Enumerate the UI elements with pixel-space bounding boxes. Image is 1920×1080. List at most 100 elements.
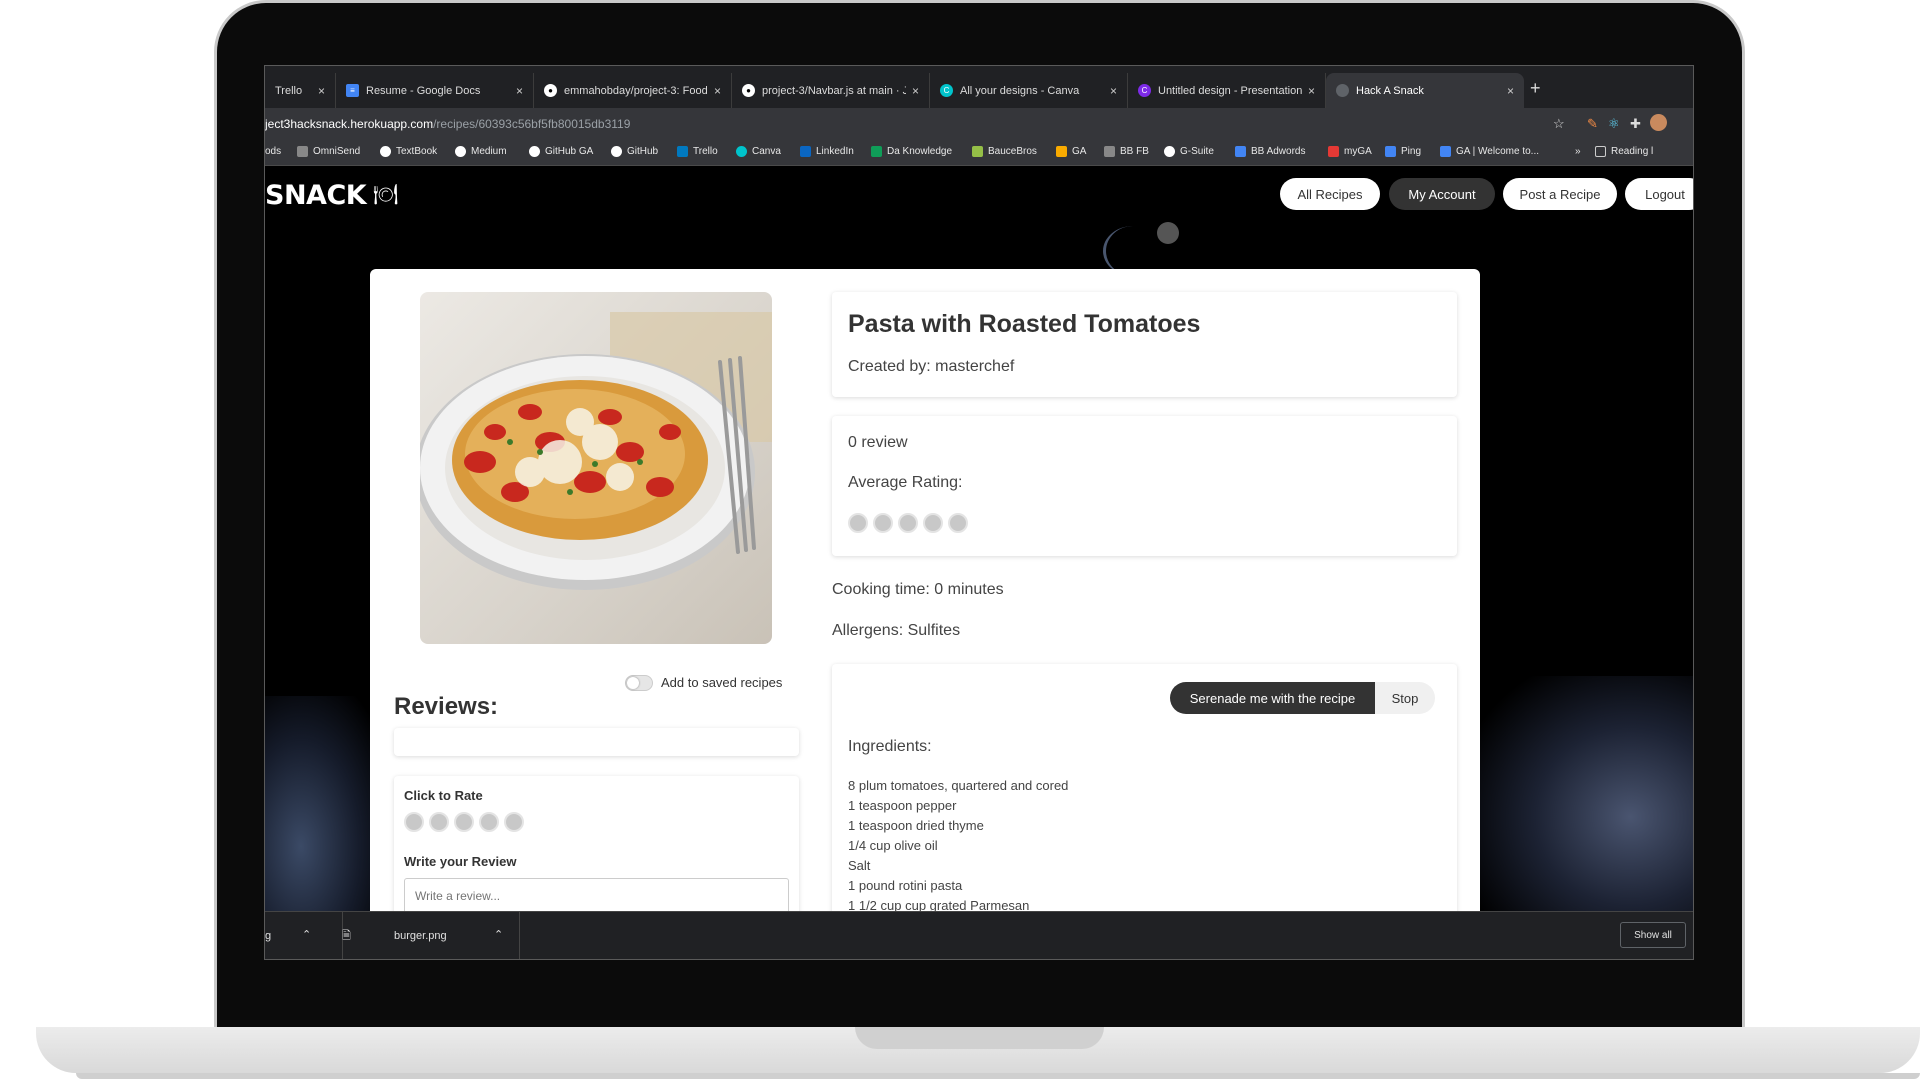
recipe-header-panel: Pasta with Roasted Tomatoes Created by: …	[832, 292, 1457, 397]
ingredient-item: 1 teaspoon dried thyme	[848, 818, 984, 833]
canva-icon: C	[940, 84, 953, 97]
tab-hack-a-snack[interactable]: Hack A Snack ×	[1326, 73, 1524, 108]
chevron-up-icon[interactable]: ⌃	[494, 928, 503, 941]
save-recipe-toggle[interactable]	[625, 675, 653, 691]
docs-icon	[1440, 146, 1451, 157]
download-item-name[interactable]: burger.png	[394, 930, 447, 942]
tab-project3-repo[interactable]: ● emmahobday/project-3: Food ×	[534, 73, 732, 108]
recipe-title: Pasta with Roasted Tomatoes	[848, 310, 1201, 338]
plate-cutlery-icon: 🍽	[373, 184, 399, 206]
tab-bar: Trello × ≡ Resume - Google Docs × ● emma…	[265, 66, 1693, 108]
bookmark-item[interactable]: GA	[1056, 146, 1086, 157]
allergens: Allergens: Sulfites	[832, 622, 961, 639]
star-icon	[923, 513, 943, 533]
star-icon	[848, 513, 868, 533]
bookmark-item[interactable]: Trello	[677, 146, 718, 157]
url-field[interactable]: ject3hacksnack.herokuapp.com/recipes/603…	[265, 117, 630, 131]
google-icon	[1164, 146, 1175, 157]
rating-panel: 0 review Average Rating:	[832, 416, 1457, 556]
bookmark-item[interactable]: Ping	[1385, 146, 1421, 157]
reading-list-icon	[1595, 146, 1606, 157]
post-recipe-button[interactable]: Post a Recipe	[1503, 178, 1617, 210]
bookmark-item[interactable]: myGA	[1328, 146, 1372, 157]
star-icon[interactable]	[454, 812, 474, 832]
web-page: SNACK 🍽 All Recipes My Account Post a Re…	[265, 166, 1693, 911]
recipe-image	[420, 292, 772, 644]
google-docs-icon: ≡	[346, 84, 359, 97]
my-account-button[interactable]: My Account	[1389, 178, 1495, 210]
bookmark-item[interactable]: GitHub GA	[529, 146, 593, 157]
bookmarks-overflow-button[interactable]: »	[1575, 146, 1581, 157]
url-path: /recipes/60393c56bf5fb80015db3119	[433, 117, 631, 131]
ingredient-item: 8 plum tomatoes, quartered and cored	[848, 778, 1069, 793]
tab-close-icon[interactable]: ×	[912, 84, 919, 98]
rate-stars	[404, 812, 529, 837]
site-logo[interactable]: SNACK	[265, 180, 367, 211]
bookmark-item[interactable]: Medium	[455, 146, 507, 157]
star-icon[interactable]	[404, 812, 424, 832]
tab-close-icon[interactable]: ×	[1308, 84, 1315, 98]
bookmark-item[interactable]: G-Suite	[1164, 146, 1214, 157]
bookmark-item[interactable]: LinkedIn	[800, 146, 854, 157]
bookmark-item[interactable]: Da Knowledge	[871, 146, 952, 157]
bookmark-item[interactable]: OmniSend	[297, 146, 360, 157]
bookmark-item[interactable]: GA | Welcome to...	[1440, 146, 1539, 157]
tab-resume[interactable]: ≡ Resume - Google Docs ×	[336, 73, 534, 108]
star-icon[interactable]	[504, 812, 524, 832]
myga-icon	[1328, 146, 1339, 157]
browser-window: Trello × ≡ Resume - Google Docs × ● emma…	[264, 65, 1694, 960]
cooking-time: Cooking time: 0 minutes	[832, 581, 1004, 598]
react-devtools-icon[interactable]: ⚛	[1608, 116, 1620, 132]
recipe-card: Add to saved recipes Reviews: Click to R…	[370, 269, 1480, 911]
bookmark-item[interactable]: ods	[265, 146, 281, 157]
tab-close-icon[interactable]: ×	[1507, 84, 1514, 98]
click-to-rate-label: Click to Rate	[404, 788, 483, 803]
tab-close-icon[interactable]: ×	[1110, 84, 1117, 98]
folder-icon	[1104, 146, 1115, 157]
bookmark-item[interactable]: BB FB	[1104, 146, 1149, 157]
download-item-name[interactable]: g	[265, 930, 271, 942]
star-icon[interactable]	[479, 812, 499, 832]
background-decoration	[1157, 222, 1179, 244]
bookmark-item[interactable]: Canva	[736, 146, 781, 157]
bookmark-item[interactable]: GitHub	[611, 146, 658, 157]
tab-trello[interactable]: Trello ×	[265, 73, 336, 108]
background-decoration	[265, 696, 385, 911]
github-icon	[380, 146, 391, 157]
globe-icon	[1336, 84, 1349, 97]
average-rating-stars	[848, 513, 973, 538]
tab-canva-presentation[interactable]: C Untitled design - Presentation ×	[1128, 73, 1326, 108]
reading-list-button[interactable]: Reading l	[1595, 146, 1653, 157]
write-review-label: Write your Review	[404, 854, 517, 869]
show-all-button[interactable]: Show all	[1620, 922, 1686, 948]
star-icon[interactable]	[429, 812, 449, 832]
ingredients-panel: Serenade me with the recipe Stop Ingredi…	[832, 664, 1457, 911]
new-tab-button[interactable]: +	[1530, 78, 1541, 99]
bookmark-item[interactable]: BauceBros	[972, 146, 1037, 157]
serenade-button[interactable]: Serenade me with the recipe	[1170, 682, 1375, 714]
github-icon	[529, 146, 540, 157]
chevron-up-icon[interactable]: ⌃	[302, 928, 311, 941]
logout-button[interactable]: Logout	[1625, 178, 1693, 210]
tab-navbar-js[interactable]: ● project-3/Navbar.js at main · J ×	[732, 73, 930, 108]
extensions-puzzle-icon[interactable]: ✚	[1630, 116, 1641, 132]
divider	[519, 912, 520, 959]
tab-close-icon[interactable]: ×	[714, 84, 721, 98]
review-input[interactable]	[404, 878, 789, 911]
extension-pen-icon[interactable]: ✎	[1587, 116, 1598, 132]
url-host: ject3hacksnack.herokuapp.com	[265, 117, 434, 131]
tab-canva-designs[interactable]: C All your designs - Canva ×	[930, 73, 1128, 108]
ingredient-item: 1 1/2 cup cup grated Parmesan	[848, 898, 1030, 911]
bookmark-star-icon[interactable]: ☆	[1553, 116, 1565, 132]
laptop-notch	[855, 1027, 1104, 1049]
tab-close-icon[interactable]: ×	[516, 84, 523, 98]
stop-button[interactable]: Stop	[1375, 682, 1435, 714]
all-recipes-button[interactable]: All Recipes	[1280, 178, 1380, 210]
github-icon: ●	[544, 84, 557, 97]
ingredient-item: 1 pound rotini pasta	[848, 878, 963, 893]
bookmark-item[interactable]: BB Adwords	[1235, 146, 1305, 157]
profile-avatar-icon[interactable]	[1650, 114, 1667, 131]
average-rating-label: Average Rating:	[848, 474, 963, 491]
tab-close-icon[interactable]: ×	[318, 84, 325, 98]
bookmark-item[interactable]: TextBook	[380, 146, 437, 157]
